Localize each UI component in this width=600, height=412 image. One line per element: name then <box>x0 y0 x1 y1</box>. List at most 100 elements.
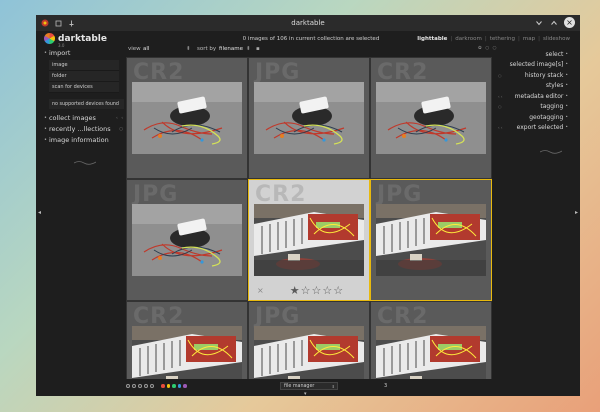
star-icon[interactable]: ☆ <box>333 284 343 297</box>
module-history-stack[interactable]: ○ history stack • <box>498 70 568 81</box>
module-metadata-editor-label: metadata editor <box>514 92 564 100</box>
expand-icon: • <box>565 62 568 68</box>
maximize-icon[interactable] <box>549 18 559 28</box>
module-tagging[interactable]: ○ tagging • <box>498 102 568 113</box>
star-filter-2[interactable] <box>138 384 142 388</box>
star-icon[interactable]: ☆ <box>311 284 321 297</box>
module-recent-label: recently ...llections <box>48 125 111 133</box>
module-image-information[interactable]: • image information <box>44 136 124 144</box>
view-separator: | <box>450 36 453 42</box>
color-label-red[interactable] <box>161 384 165 388</box>
module-recent-collections[interactable]: • recently ...llections ○ <box>44 125 124 133</box>
view-filter-select[interactable]: all <box>143 46 149 52</box>
color-label-blue[interactable] <box>177 384 181 388</box>
star-icon[interactable]: ☆ <box>322 284 332 297</box>
thumbnail-2[interactable]: CR2 <box>370 57 492 179</box>
module-tools-icon[interactable]: ○ <box>498 104 502 109</box>
thumbnail-8[interactable]: CR2 <box>370 301 492 379</box>
collapse-left-panel-icon[interactable]: ◂ <box>38 209 41 216</box>
minimize-icon[interactable] <box>534 18 544 28</box>
right-panel: select • selected image[s] • ○ history stac… <box>498 49 568 158</box>
thumbnail-image <box>254 82 364 154</box>
module-metadata-editor[interactable]: ‹ ‹ metadata editor • <box>498 91 568 102</box>
import-folder-button[interactable]: folder <box>49 71 119 82</box>
view-filter-dropdown-icon[interactable]: ⬍ <box>186 46 191 52</box>
module-tools-icon[interactable]: ‹ ‹ <box>498 94 502 99</box>
selection-status: 0 images of 106 in current collection ar… <box>242 36 380 42</box>
sort-direction-icon[interactable]: ▪ <box>256 46 260 52</box>
sort-by-select[interactable]: filename <box>219 46 243 52</box>
view-switcher: lighttable | darkroom | tethering | map … <box>417 36 570 42</box>
thumbnail-1[interactable]: JPG <box>248 57 370 179</box>
view-lighttable[interactable]: lighttable <box>417 36 447 42</box>
thumbnail-image <box>132 204 242 276</box>
thumbnail-image <box>254 326 364 379</box>
app-icon <box>40 18 50 28</box>
top-header: darktable 3.0 0 images of 106 in current… <box>36 31 580 48</box>
module-tools-icon[interactable]: ○ <box>498 73 502 78</box>
view-darkroom[interactable]: darkroom <box>455 36 482 42</box>
window-title-bar: darktable × <box>36 15 580 31</box>
module-select[interactable]: select • <box>498 49 568 60</box>
reject-icon[interactable]: × <box>257 286 264 295</box>
color-label-purple[interactable] <box>183 384 187 388</box>
layout-select[interactable]: file manager ⬍ <box>280 382 338 390</box>
zoom-entry[interactable]: 3 <box>384 383 387 389</box>
import-image-button[interactable]: image <box>49 60 119 71</box>
star-icon[interactable]: ★ <box>290 284 300 297</box>
module-styles[interactable]: styles • <box>498 81 568 92</box>
star-filter-3[interactable] <box>144 384 148 388</box>
star-filter-1[interactable] <box>132 384 136 388</box>
layout-select-value: file manager <box>284 383 315 389</box>
scan-devices-button[interactable]: scan for devices <box>49 82 119 93</box>
module-import[interactable]: • import <box>44 49 124 57</box>
thumbnail-3[interactable]: JPG <box>126 179 248 301</box>
module-selected-images[interactable]: selected image[s] • <box>498 60 568 71</box>
window-title: darktable <box>291 19 325 27</box>
thumbnail-5[interactable]: JPG <box>370 179 492 301</box>
module-collect[interactable]: • collect images ‹ ‹ <box>44 114 124 122</box>
expand-icon: • <box>44 50 47 56</box>
sort-order-icon[interactable]: ⬍ <box>246 46 251 52</box>
module-tools-icon[interactable]: ○ <box>119 127 124 132</box>
expand-icon: • <box>565 114 568 120</box>
view-map[interactable]: map <box>523 36 535 42</box>
thumbnail-7[interactable]: JPG <box>248 301 370 379</box>
bottom-bar: file manager ⬍ 3 ▾ <box>36 380 580 397</box>
import-buttons: image folder scan for devices <box>49 60 124 93</box>
module-export-selected[interactable]: ‹ ‹ export selected • <box>498 123 568 134</box>
color-label-green[interactable] <box>172 384 176 388</box>
thumbnail-4[interactable]: CR2 × ★ ☆ ☆ ☆ ☆ <box>248 179 370 301</box>
thumbnail-image <box>132 82 242 154</box>
view-tethering[interactable]: tethering <box>490 36 515 42</box>
collapse-right-panel-icon[interactable]: ▸ <box>575 209 578 216</box>
toolbar-tools-icon[interactable]: ✿ ○ ○ <box>478 46 497 51</box>
left-panel: • import image folder scan for devices n… <box>44 49 124 379</box>
star-filter-0[interactable] <box>126 384 130 388</box>
star-filter-4[interactable] <box>150 384 154 388</box>
expand-icon: • <box>565 83 568 89</box>
panel-end-ornament-icon <box>73 150 124 169</box>
module-geotagging[interactable]: geotagging • <box>498 112 568 123</box>
chevron-down-icon: ⬍ <box>331 383 335 389</box>
expand-icon: • <box>565 93 568 99</box>
view-slideshow[interactable]: slideshow <box>543 36 570 42</box>
thumbnail-image <box>376 82 486 154</box>
module-tagging-label: tagging <box>540 103 564 111</box>
window-menu-icon[interactable] <box>53 18 63 28</box>
module-select-label: select <box>545 50 564 58</box>
thumbnail-6[interactable]: CR2 <box>126 301 248 379</box>
thumbnail-image <box>254 204 364 276</box>
module-tools-icon[interactable]: ‹ ‹ <box>116 116 124 121</box>
pin-icon[interactable] <box>66 18 76 28</box>
module-geotagging-label: geotagging <box>529 113 564 121</box>
module-tools-icon[interactable]: ‹ ‹ <box>498 125 502 130</box>
logo: darktable <box>44 33 107 44</box>
collapse-bottom-panel-icon[interactable]: ▾ <box>304 391 307 397</box>
thumbnail-0[interactable]: CR2 <box>126 57 248 179</box>
close-icon[interactable]: × <box>564 17 575 28</box>
thumbnail-image <box>132 326 242 379</box>
color-label-yellow[interactable] <box>166 384 170 388</box>
rating-filter <box>126 384 187 388</box>
star-icon[interactable]: ☆ <box>301 284 311 297</box>
